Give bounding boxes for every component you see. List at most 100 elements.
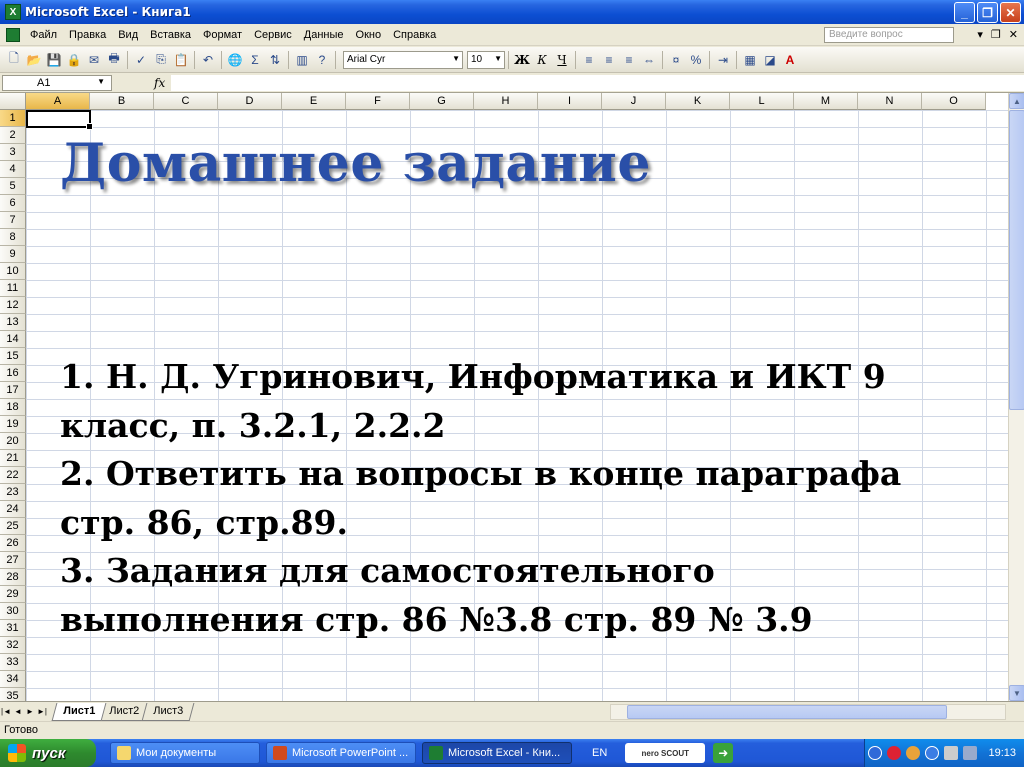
align-center-icon[interactable]: ≡: [599, 50, 619, 70]
language-indicator[interactable]: EN: [592, 747, 607, 759]
column-header-a[interactable]: A: [26, 93, 90, 110]
row-header-1[interactable]: 1: [0, 110, 26, 127]
save-icon[interactable]: 💾: [44, 50, 64, 70]
doc-minimize-button[interactable]: ▾: [977, 28, 983, 41]
column-header-h[interactable]: H: [474, 93, 538, 110]
underline-button[interactable]: Ч: [552, 50, 572, 70]
row-header-9[interactable]: 9: [0, 246, 26, 263]
function-icon[interactable]: fx: [154, 76, 165, 90]
help-tray-icon[interactable]: [925, 746, 940, 760]
row-header-14[interactable]: 14: [0, 331, 26, 348]
hyperlink-icon[interactable]: 🌐: [225, 50, 245, 70]
column-header-b[interactable]: B: [90, 93, 154, 110]
row-header-11[interactable]: 11: [0, 280, 26, 297]
network-icon[interactable]: [906, 746, 921, 760]
row-header-35[interactable]: 35: [0, 688, 26, 701]
display-icon[interactable]: [963, 746, 978, 760]
row-header-3[interactable]: 3: [0, 144, 26, 161]
merge-center-icon[interactable]: ⇔: [639, 50, 659, 70]
horizontal-scroll-thumb[interactable]: [627, 705, 947, 719]
minimize-button[interactable]: _: [954, 2, 975, 23]
menu-help[interactable]: Справка: [387, 29, 442, 41]
email-icon[interactable]: ✉: [84, 50, 104, 70]
menu-tools[interactable]: Сервис: [248, 29, 298, 41]
permission-icon[interactable]: 🔒: [64, 50, 84, 70]
quick-launch-arrow-icon[interactable]: ➜: [713, 743, 734, 763]
excel-icon[interactable]: X: [5, 4, 21, 20]
column-header-d[interactable]: D: [218, 93, 282, 110]
doc-close-button[interactable]: ✕: [1009, 28, 1018, 41]
indent-icon[interactable]: ⇥: [713, 50, 733, 70]
new-icon[interactable]: 🗋: [4, 50, 24, 70]
first-sheet-icon[interactable]: |◄: [0, 707, 12, 716]
row-header-18[interactable]: 18: [0, 399, 26, 416]
row-header-25[interactable]: 25: [0, 518, 26, 535]
vertical-scroll-thumb[interactable]: [1009, 110, 1024, 410]
row-header-8[interactable]: 8: [0, 229, 26, 246]
row-header-6[interactable]: 6: [0, 195, 26, 212]
italic-button[interactable]: К: [532, 50, 552, 70]
row-header-5[interactable]: 5: [0, 178, 26, 195]
formula-input[interactable]: [171, 74, 1024, 91]
clock[interactable]: 19:13: [988, 747, 1016, 759]
scroll-up-icon[interactable]: ▲: [1009, 93, 1024, 109]
antivirus-icon[interactable]: [887, 746, 902, 760]
row-header-15[interactable]: 15: [0, 348, 26, 365]
menu-data[interactable]: Данные: [298, 29, 350, 41]
column-header-k[interactable]: K: [666, 93, 730, 110]
scroll-down-icon[interactable]: ▼: [1009, 685, 1024, 701]
ask-question-input[interactable]: Введите вопрос: [824, 27, 954, 43]
last-sheet-icon[interactable]: ►|: [36, 707, 48, 716]
bold-button[interactable]: Ж: [512, 50, 532, 70]
row-header-24[interactable]: 24: [0, 501, 26, 518]
row-header-17[interactable]: 17: [0, 382, 26, 399]
column-header-g[interactable]: G: [410, 93, 474, 110]
menu-format[interactable]: Формат: [197, 29, 248, 41]
row-header-19[interactable]: 19: [0, 416, 26, 433]
task-excel[interactable]: Microsoft Excel - Кни...: [422, 742, 572, 764]
borders-icon[interactable]: ▦: [740, 50, 760, 70]
close-button[interactable]: ✕: [1000, 2, 1021, 23]
doc-restore-button[interactable]: ❐: [991, 28, 1001, 41]
row-header-30[interactable]: 30: [0, 603, 26, 620]
column-header-n[interactable]: N: [858, 93, 922, 110]
row-header-7[interactable]: 7: [0, 212, 26, 229]
column-header-c[interactable]: C: [154, 93, 218, 110]
nero-scout-icon[interactable]: nero SCOUT: [625, 743, 706, 763]
row-header-28[interactable]: 28: [0, 569, 26, 586]
paste-icon[interactable]: 📋: [171, 50, 191, 70]
bluetooth-icon[interactable]: [868, 746, 883, 760]
sheet-tab-1[interactable]: Лист1: [51, 702, 107, 721]
row-header-21[interactable]: 21: [0, 450, 26, 467]
sheet-tab-3[interactable]: Лист3: [141, 702, 195, 721]
percent-button[interactable]: %: [686, 50, 706, 70]
copy-icon[interactable]: ⎘: [151, 50, 171, 70]
column-header-e[interactable]: E: [282, 93, 346, 110]
align-left-icon[interactable]: ≡: [579, 50, 599, 70]
menu-window[interactable]: Окно: [350, 29, 388, 41]
row-header-31[interactable]: 31: [0, 620, 26, 637]
row-header-26[interactable]: 26: [0, 535, 26, 552]
menu-edit[interactable]: Правка: [63, 29, 112, 41]
column-header-f[interactable]: F: [346, 93, 410, 110]
currency-icon[interactable]: ¤: [666, 50, 686, 70]
row-header-34[interactable]: 34: [0, 671, 26, 688]
start-button[interactable]: пуск: [0, 739, 96, 767]
align-right-icon[interactable]: ≡: [619, 50, 639, 70]
restore-button[interactable]: ❐: [977, 2, 998, 23]
column-header-j[interactable]: J: [602, 93, 666, 110]
chart-icon[interactable]: ▥: [292, 50, 312, 70]
volume-icon[interactable]: [944, 746, 959, 760]
column-header-i[interactable]: I: [538, 93, 602, 110]
column-header-o[interactable]: O: [922, 93, 986, 110]
row-header-20[interactable]: 20: [0, 433, 26, 450]
horizontal-scrollbar[interactable]: [610, 704, 1006, 720]
row-header-29[interactable]: 29: [0, 586, 26, 603]
row-header-16[interactable]: 16: [0, 365, 26, 382]
menu-file[interactable]: Файл: [24, 29, 63, 41]
workbook-icon[interactable]: [6, 27, 20, 42]
autosum-button[interactable]: Σ: [245, 50, 265, 70]
undo-icon[interactable]: ↶: [198, 50, 218, 70]
column-header-l[interactable]: L: [730, 93, 794, 110]
font-name-select[interactable]: Arial Cyr ▼: [343, 50, 463, 69]
